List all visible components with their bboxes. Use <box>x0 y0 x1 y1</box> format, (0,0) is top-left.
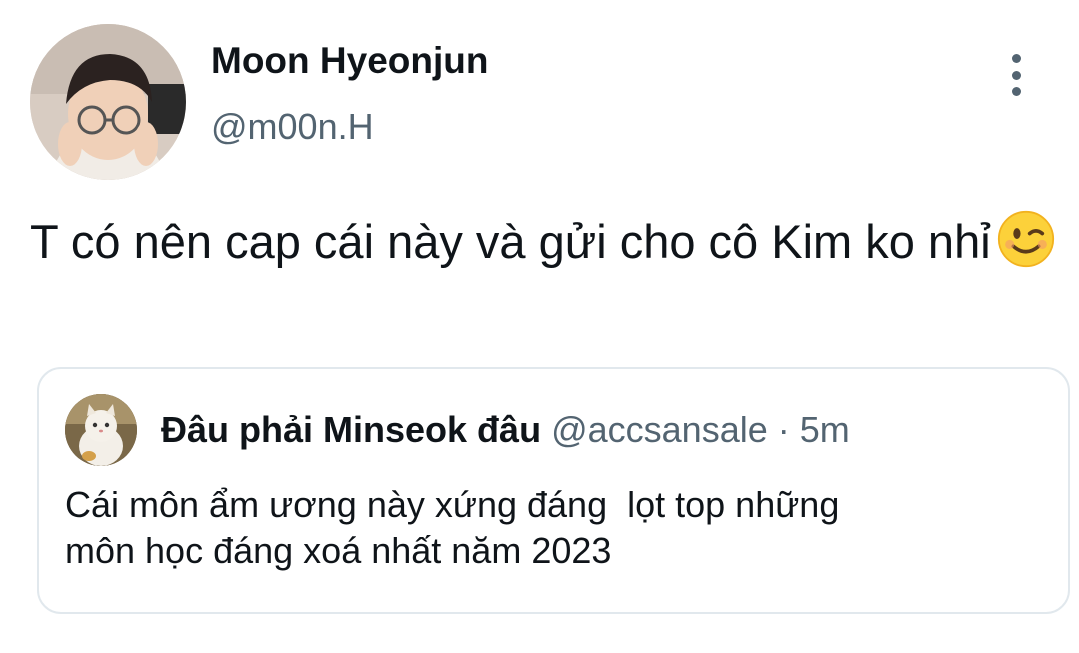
quoted-tweet-text: Cái môn ẩm ương này xứng đáng lọt top nh… <box>65 484 840 571</box>
author-handle[interactable]: @m00n.H <box>211 106 374 148</box>
quoted-author-handle[interactable]: @accsansale <box>551 409 768 450</box>
author-avatar[interactable] <box>30 24 186 180</box>
tweet-text: T có nên cap cái này và gửi cho cô Kim k… <box>30 210 1060 272</box>
more-dot <box>1011 70 1021 80</box>
quoted-tweet-card[interactable]: Đâu phải Minseok đâu @accsansale · 5m Cá… <box>37 367 1070 614</box>
tweet-text-content: T có nên cap cái này và gửi cho cô Kim k… <box>30 215 991 268</box>
avatar-photo <box>30 24 186 180</box>
quoted-author-avatar[interactable] <box>65 394 137 466</box>
winking-face-emoji <box>997 210 1054 268</box>
separator-dot: · <box>777 409 790 450</box>
quoted-author-display-name[interactable]: Đâu phải Minseok đâu <box>161 409 541 450</box>
author-display-name[interactable]: Moon Hyeonjun <box>211 40 488 82</box>
more-vertical-icon[interactable] <box>1004 54 1028 96</box>
more-dot <box>1011 54 1021 63</box>
quoted-tweet-header: Đâu phải Minseok đâu @accsansale · 5m <box>161 410 850 450</box>
more-dot <box>1011 87 1021 96</box>
cat-avatar-photo <box>65 394 137 466</box>
quoted-tweet-time[interactable]: 5m <box>800 409 850 450</box>
